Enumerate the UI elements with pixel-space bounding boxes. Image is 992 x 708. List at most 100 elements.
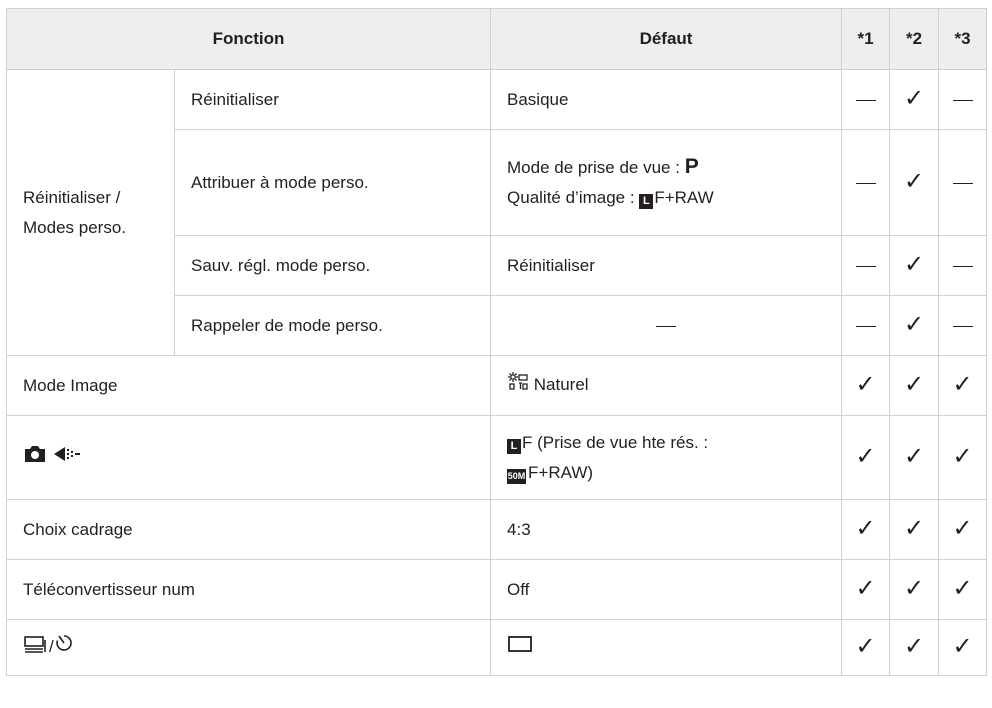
check-mark: ✓ (903, 370, 925, 398)
check-mark: ✓ (855, 574, 876, 602)
check-mark: ✓ (903, 514, 925, 542)
flag-3-cell (938, 235, 988, 296)
default-cell: Mode de prise de vue : P Qualité d’image… (490, 129, 843, 236)
flag-2-cell: ✓ (889, 499, 940, 560)
settings-table: Fonction Défaut *1 *2 *3 Réinitialiser /… (5, 8, 988, 676)
dash-mark (952, 265, 973, 267)
default-cell: LF (Prise de vue hte rés. : 50M F+RAW) (490, 415, 843, 500)
default-cell: Basique (490, 69, 843, 130)
large-size-icon: L (507, 438, 522, 454)
check-mark: ✓ (952, 370, 973, 398)
flag-2-cell: ✓ (889, 355, 940, 416)
flag-1-cell: ✓ (841, 619, 891, 676)
function-sub-cell: Attribuer à mode perso. (173, 129, 492, 236)
check-mark: ✓ (952, 574, 973, 602)
check-mark: ✓ (903, 632, 925, 660)
default-cell: Off (490, 559, 843, 620)
group-label-cell: Réinitialiser / Modes perso. (6, 69, 175, 356)
function-cell: Téléconvertisseur num (5, 559, 492, 620)
function-cell: Mode Image (5, 355, 492, 416)
flag-1-cell (841, 235, 891, 296)
check-mark: ✓ (855, 632, 876, 660)
flag-1-cell: ✓ (841, 415, 891, 500)
flag-3-cell: ✓ (938, 355, 988, 416)
check-mark: ✓ (903, 250, 925, 278)
check-mark: ✓ (855, 514, 876, 542)
check-mark: ✓ (855, 370, 876, 398)
flag-3-cell (938, 129, 988, 236)
check-mark: ✓ (952, 442, 973, 470)
check-mark: ✓ (855, 442, 876, 470)
dash-mark (952, 325, 973, 327)
camera-icon (23, 443, 47, 473)
default-line-2-text: Qualité d’image : (507, 188, 640, 207)
default-cell (490, 619, 843, 676)
default-line-2: F+RAW) (528, 462, 594, 482)
default-cell: Réinitialiser (490, 235, 843, 296)
flag-1-cell (841, 295, 891, 356)
header-flag-2: *2 (889, 8, 940, 70)
self-timer-icon (54, 633, 74, 663)
dash-mark (855, 182, 876, 184)
check-mark: ✓ (903, 84, 925, 112)
function-cell: Choix cadrage (5, 499, 492, 560)
check-mark: ✓ (952, 632, 973, 660)
flag-3-cell (938, 295, 988, 356)
flag-2-cell: ✓ (889, 559, 940, 620)
group-label: Réinitialiser / Modes perso. (23, 187, 126, 237)
50m-size-icon: 50M (507, 468, 527, 484)
default-cell: Naturel (490, 355, 843, 416)
flag-3-cell: ✓ (938, 619, 988, 676)
flag-2-cell: ✓ (889, 415, 940, 500)
dash-mark (855, 265, 876, 267)
flag-3-cell (938, 69, 988, 130)
flag-2-cell: ✓ (889, 235, 940, 296)
single-frame-icon (507, 633, 533, 663)
default-cell: 4:3 (490, 499, 843, 560)
table-row: Réinitialiser / Modes perso. Réinitialis… (6, 69, 988, 356)
dash-mark (952, 182, 973, 184)
image-quality-icon (52, 443, 82, 473)
flag-2-cell: ✓ (889, 69, 940, 130)
default-line-1: F (Prise de vue hte rés. : (522, 432, 709, 452)
default-cell (490, 295, 843, 356)
default-text: Naturel (533, 375, 589, 395)
flag-3-cell: ✓ (938, 415, 988, 500)
check-mark: ✓ (903, 442, 925, 470)
table-row: / ✓ ✓ ✓ (5, 619, 988, 676)
check-mark: ✓ (903, 310, 925, 338)
table-row: LF (Prise de vue hte rés. : 50M F+RAW) ✓ … (5, 415, 988, 500)
dash-mark (855, 99, 876, 101)
function-cell: / (5, 619, 492, 676)
sequential-shooting-icon (23, 633, 49, 663)
table-row: Téléconvertisseur num Off ✓ ✓ ✓ (5, 559, 988, 620)
flag-1-cell (841, 69, 891, 130)
default-line-1-text: Mode de prise de vue : (507, 158, 685, 177)
flag-1-cell: ✓ (841, 499, 891, 560)
flag-3-cell: ✓ (938, 559, 988, 620)
header-defaut: Défaut (490, 8, 843, 70)
natural-picture-mode-icon (507, 371, 529, 401)
check-mark: ✓ (903, 167, 925, 195)
program-mode-symbol: P (684, 155, 699, 178)
dash-mark (656, 325, 677, 327)
header-flag-1: *1 (841, 8, 891, 70)
function-sub-cell: Sauv. régl. mode perso. (173, 235, 492, 296)
dash-mark (952, 99, 973, 101)
function-sub-cell: Rappeler de mode perso. (173, 295, 492, 356)
large-size-icon: L (639, 194, 654, 209)
function-sub-cell: Réinitialiser (173, 69, 492, 130)
check-mark: ✓ (952, 514, 973, 542)
header-fonction: Fonction (5, 8, 492, 70)
table-row: Mode Image Naturel ✓ ✓ ✓ (5, 355, 988, 416)
flag-2-cell: ✓ (889, 295, 940, 356)
function-cell (5, 415, 492, 500)
flag-1-cell: ✓ (841, 355, 891, 416)
flag-1-cell (841, 129, 891, 236)
flag-2-cell: ✓ (889, 619, 940, 676)
flag-2-cell: ✓ (889, 129, 940, 236)
header-row: Fonction Défaut *1 *2 *3 (5, 8, 988, 70)
default-line-2-rest: F+RAW (654, 188, 714, 207)
header-flag-3: *3 (938, 8, 988, 70)
flag-3-cell: ✓ (938, 499, 988, 560)
